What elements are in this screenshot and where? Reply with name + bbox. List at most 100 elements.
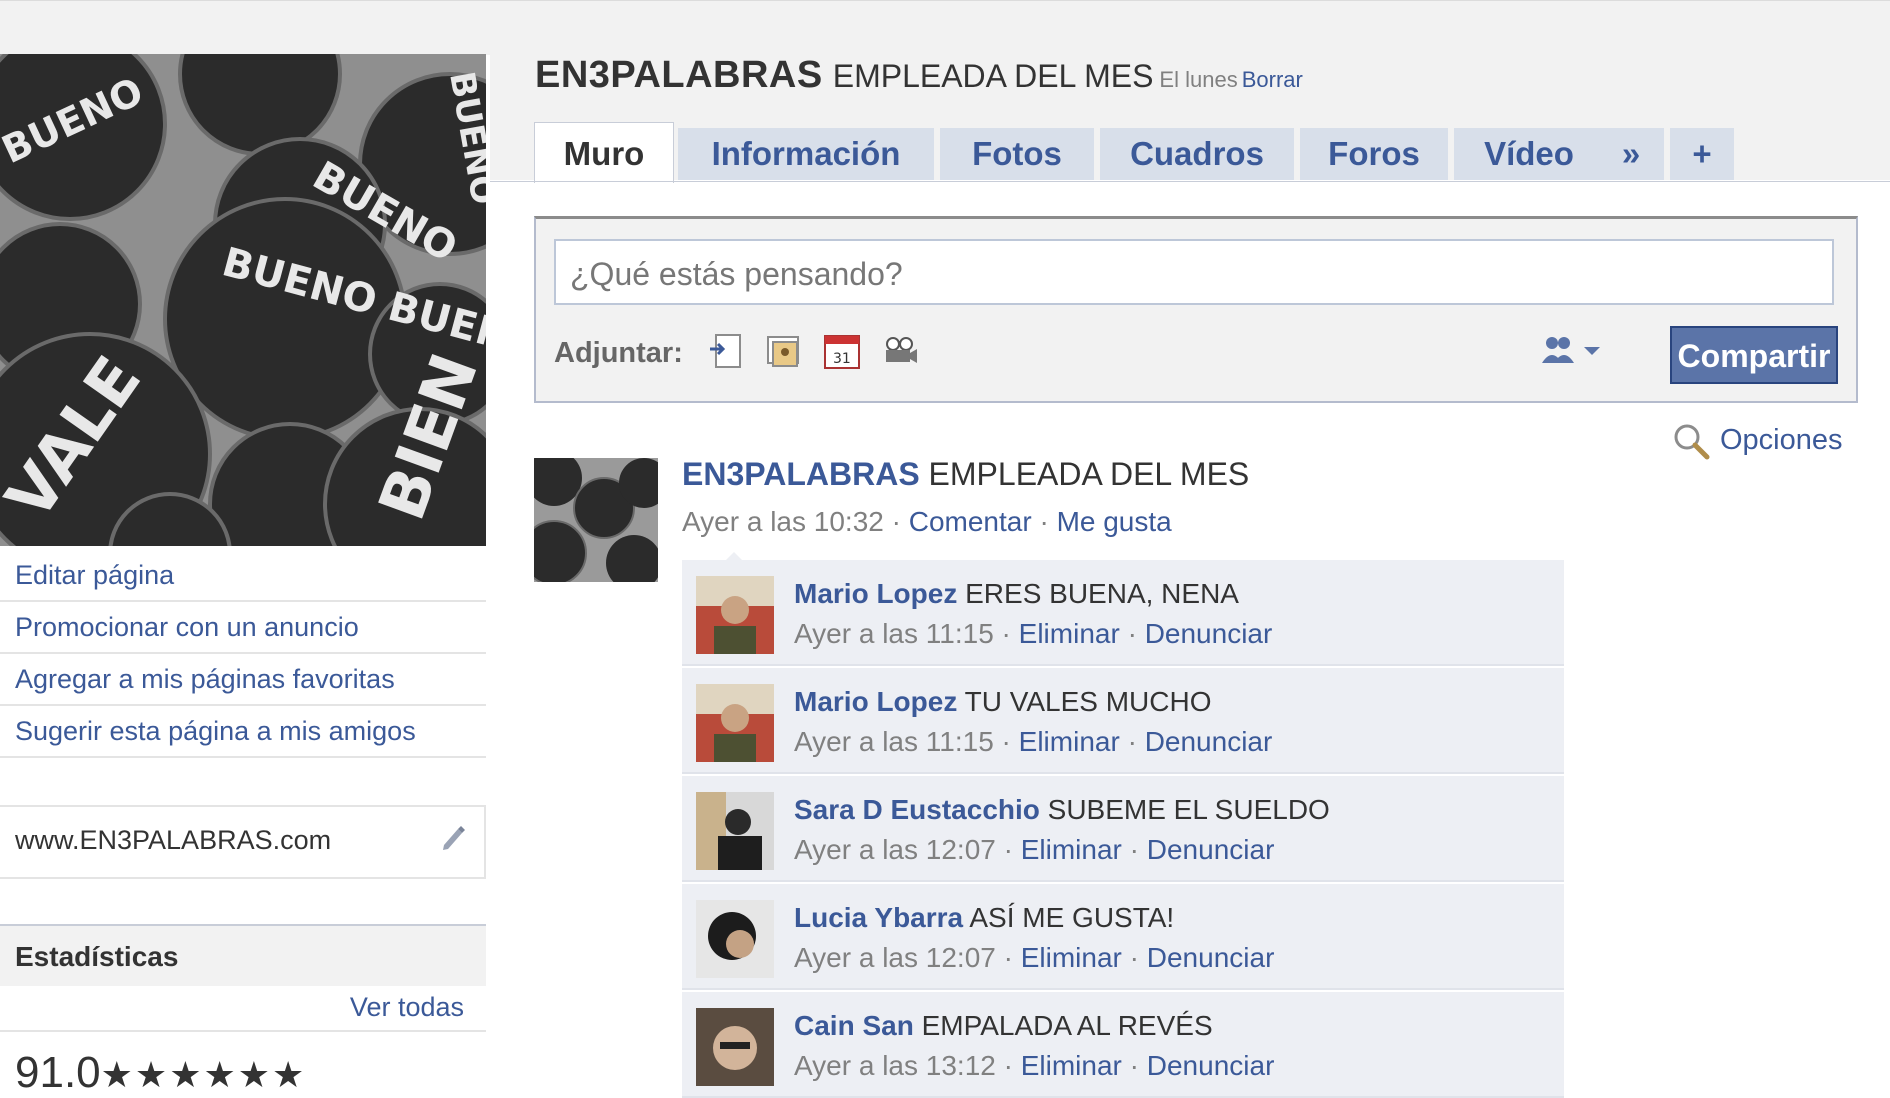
separator: ·: [1127, 726, 1137, 757]
page-status: EMPLEADA DEL MES: [832, 58, 1154, 94]
suggest-friends-link[interactable]: Sugerir esta página a mis amigos: [0, 706, 486, 758]
comment-text: TU VALES MUCHO: [964, 686, 1212, 717]
post-meta: Ayer a las 10:32 · Comentar · Me gusta: [682, 506, 1172, 538]
comment-item: Mario Lopez TU VALES MUCHO Ayer a las 11…: [682, 668, 1564, 774]
tab-video[interactable]: Vídeo: [1454, 128, 1604, 180]
tab-divider: [490, 181, 1890, 182]
search-icon: [1674, 424, 1710, 460]
buttons-photo: BUENO BUENO BUENO BUENO BUENO VALE BIEN …: [0, 54, 486, 546]
tab-foros[interactable]: Foros: [1300, 128, 1448, 180]
commenter-name[interactable]: Cain San: [794, 1010, 914, 1041]
comment-link[interactable]: Comentar: [909, 506, 1032, 537]
separator: ·: [1127, 618, 1137, 649]
separator: ·: [1003, 1050, 1013, 1081]
rating-stars: ★★★★★★: [100, 1054, 307, 1095]
commenter-avatar[interactable]: [696, 684, 774, 762]
report-comment-link[interactable]: Denunciar: [1145, 618, 1273, 649]
commenter-name[interactable]: Mario Lopez: [794, 686, 957, 717]
comment-time: Ayer a las 11:15: [794, 726, 994, 757]
add-tab-icon[interactable]: +: [1670, 128, 1734, 180]
commenter-avatar[interactable]: [696, 900, 774, 978]
pencil-icon[interactable]: [440, 823, 468, 851]
separator: ·: [1129, 942, 1139, 973]
commenter-avatar[interactable]: [696, 792, 774, 870]
website-link[interactable]: www.EN3PALABRAS.com: [15, 825, 331, 856]
page-title: EN3PALABRAS EMPLEADA DEL MES El lunes Borra…: [535, 54, 1303, 97]
status-input[interactable]: ¿Qué estás pensando?: [554, 239, 1834, 305]
report-comment-link[interactable]: Denunciar: [1147, 834, 1275, 865]
delete-comment-link[interactable]: Eliminar: [1021, 942, 1122, 973]
rating-row: 91.0★★★★★★: [15, 1048, 306, 1098]
comment-time: Ayer a las 13:12: [794, 1050, 996, 1081]
statistics-title: Estadísticas: [15, 941, 179, 972]
post-time: Ayer a las 10:32: [682, 506, 884, 537]
delete-comment-link[interactable]: Eliminar: [1019, 618, 1120, 649]
comment-time: Ayer a las 12:07: [794, 834, 996, 865]
commenter-avatar[interactable]: [696, 576, 774, 654]
delete-status-link[interactable]: Borrar: [1242, 67, 1303, 92]
post-header: EN3PALABRAS EMPLEADA DEL MES: [682, 456, 1249, 493]
buttons-thumbnail: [534, 458, 658, 582]
commenter-name[interactable]: Sara D Eustacchio: [794, 794, 1040, 825]
statistics-header: Estadísticas: [0, 924, 486, 986]
svg-text:31: 31: [833, 351, 851, 367]
status-composer: ¿Qué estás pensando? Adjuntar: 31 Compar…: [534, 216, 1858, 403]
event-icon[interactable]: 31: [822, 331, 862, 371]
edit-page-link[interactable]: Editar página: [0, 550, 486, 602]
like-link[interactable]: Me gusta: [1057, 506, 1172, 537]
comment-time: Ayer a las 11:15: [794, 618, 994, 649]
more-tabs-icon[interactable]: »: [1598, 128, 1664, 180]
add-favorites-link[interactable]: Agregar a mis páginas favoritas: [0, 654, 486, 706]
separator: ·: [1001, 726, 1011, 757]
delete-comment-link[interactable]: Eliminar: [1019, 726, 1120, 757]
report-comment-link[interactable]: Denunciar: [1145, 726, 1273, 757]
tab-fotos[interactable]: Fotos: [940, 128, 1094, 180]
profile-picture[interactable]: BUENO BUENO BUENO BUENO BUENO VALE BIEN …: [0, 54, 486, 546]
comment-text: EMPALADA AL REVÉS: [921, 1010, 1213, 1041]
see-all-link[interactable]: Ver todas: [350, 992, 464, 1023]
report-comment-link[interactable]: Denunciar: [1147, 942, 1275, 973]
website-box: www.EN3PALABRAS.com: [0, 805, 486, 879]
tab-informacion[interactable]: Información: [678, 128, 934, 180]
separator: ·: [1003, 834, 1013, 865]
rating-value: 91.0: [15, 1048, 101, 1097]
sidebar-links: Editar página Promocionar con un anuncio…: [0, 550, 486, 758]
top-bar: [0, 0, 1890, 55]
comment-text: ASÍ ME GUSTA!: [969, 902, 1175, 933]
delete-comment-link[interactable]: Eliminar: [1021, 1050, 1122, 1081]
comment-text: ERES BUENA, NENA: [965, 578, 1239, 609]
separator: ·: [891, 506, 901, 537]
comment-item: Cain San EMPALADA AL REVÉS Ayer a las 13…: [682, 992, 1564, 1098]
tab-cuadros[interactable]: Cuadros: [1100, 128, 1294, 180]
separator: ·: [1129, 834, 1139, 865]
post-avatar[interactable]: [534, 458, 658, 582]
photo-icon[interactable]: [764, 331, 804, 371]
page-name[interactable]: EN3PALABRAS: [535, 54, 823, 96]
divider: [0, 1030, 486, 1032]
separator: ·: [1129, 1050, 1139, 1081]
attach-label: Adjuntar:: [554, 337, 683, 369]
tab-muro[interactable]: Muro: [534, 122, 674, 183]
share-button[interactable]: Compartir: [1670, 326, 1838, 384]
comment-text: SUBEME EL SUELDO: [1047, 794, 1330, 825]
post-author-link[interactable]: EN3PALABRAS: [682, 456, 920, 492]
separator: ·: [1039, 506, 1049, 537]
comment-time: Ayer a las 12:07: [794, 942, 996, 973]
comment-item: Lucia Ybarra ASÍ ME GUSTA! Ayer a las 12…: [682, 884, 1564, 990]
report-comment-link[interactable]: Denunciar: [1147, 1050, 1275, 1081]
separator: ·: [1001, 618, 1011, 649]
friends-privacy-icon[interactable]: [1540, 333, 1604, 369]
link-icon[interactable]: [706, 331, 746, 371]
options-label: Opciones: [1720, 424, 1843, 456]
status-time: El lunes: [1159, 67, 1238, 92]
commenter-avatar[interactable]: [696, 1008, 774, 1086]
delete-comment-link[interactable]: Eliminar: [1021, 834, 1122, 865]
promote-ad-link[interactable]: Promocionar con un anuncio: [0, 602, 486, 654]
separator: ·: [1003, 942, 1013, 973]
commenter-name[interactable]: Lucia Ybarra: [794, 902, 963, 933]
comment-item: Mario Lopez ERES BUENA, NENA Ayer a las …: [682, 560, 1564, 666]
comment-item: Sara D Eustacchio SUBEME EL SUELDO Ayer …: [682, 776, 1564, 882]
commenter-name[interactable]: Mario Lopez: [794, 578, 957, 609]
video-icon[interactable]: [880, 331, 920, 371]
post-message: EMPLEADA DEL MES: [928, 456, 1250, 492]
